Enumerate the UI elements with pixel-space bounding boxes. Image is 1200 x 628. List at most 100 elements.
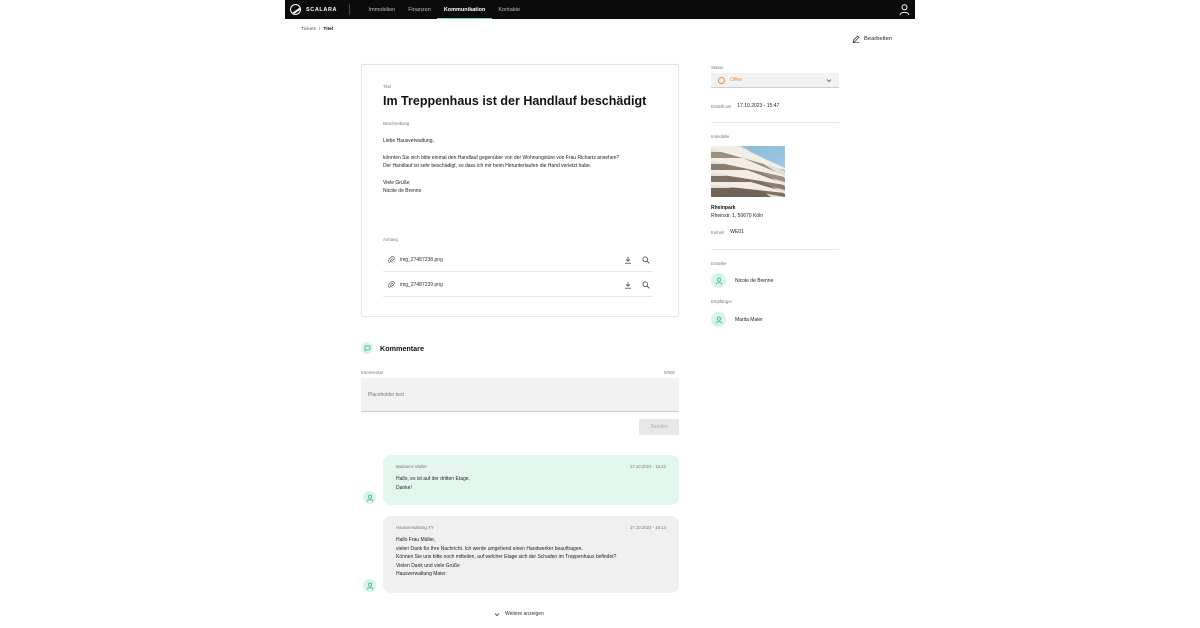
- comment-timestamp: 17.10.2023 - 16:43: [629, 464, 666, 469]
- comment-line: Können Sie uns bitte noch mitteilen, auf…: [396, 554, 617, 561]
- attachments-label: Anhang: [383, 237, 398, 242]
- comment-author: Hausverwaltung XY: [396, 525, 434, 530]
- comment-line: Hausverwaltung Maier: [396, 571, 446, 578]
- nav-item-kommunikation[interactable]: Kommunikation: [437, 0, 492, 19]
- comment-bubble: Marianne Müller 17.10.2023 - 16:43 Hallo…: [383, 455, 679, 505]
- scalara-logo-icon: [290, 4, 301, 15]
- nav-item-kontakte[interactable]: Kontakte: [492, 0, 527, 19]
- comment-timestamp: 17.10.2023 - 16:14: [629, 525, 666, 530]
- ticket-card: Titel Im Treppenhaus ist der Handlauf be…: [361, 64, 679, 317]
- person-icon: [715, 277, 722, 285]
- edit-button[interactable]: Bearbeiten: [852, 35, 892, 43]
- comment-line: Vielen Dank und viele Grüße: [396, 562, 460, 569]
- comment-icon: [361, 342, 373, 354]
- property-address: Rheinstr. 1, 50670 Köln: [711, 213, 763, 219]
- unit-label: Einheit: [711, 229, 725, 235]
- status-label: Status: [711, 65, 724, 70]
- chevron-down-icon: [494, 612, 500, 616]
- download-icon[interactable]: [624, 256, 632, 264]
- creator-label: Ersteller: [711, 261, 727, 266]
- comment-field-label: Kommentar: [361, 370, 384, 375]
- description-signature: Viele Grüße Nicole de Brenne: [383, 179, 673, 196]
- breadcrumb: Tickets / Titel: [301, 27, 333, 32]
- attachment-filename[interactable]: img_27487238.png: [400, 257, 443, 263]
- comment-line: Hallo, es ist auf der dritten Etage.: [396, 476, 470, 482]
- avatar: [711, 312, 726, 327]
- description-line: Der Handlauf ist sehr beschädigt, so das…: [383, 163, 592, 170]
- person-icon: [715, 316, 722, 324]
- property-name[interactable]: Rheinpark: [711, 205, 735, 211]
- nav-item-finanzen[interactable]: Finanzen: [402, 0, 438, 19]
- breadcrumb-parent-link[interactable]: Tickets: [301, 27, 316, 32]
- status-open-icon: [718, 76, 725, 84]
- pencil-icon: [852, 35, 860, 43]
- brand-name: SCALARA: [306, 6, 338, 13]
- comment-input[interactable]: [361, 378, 679, 412]
- user-account-icon[interactable]: [898, 3, 911, 16]
- created-label: Erstellt am: [711, 103, 732, 109]
- ticket-description: Liebe Hausverwaltung, könnten Sie sich b…: [383, 137, 673, 204]
- sidebar-divider: [711, 249, 839, 250]
- recipient-person[interactable]: Marita Maier: [711, 312, 763, 327]
- comments-header: Kommentare: [361, 342, 424, 354]
- unit-row: Einheit WE01: [711, 229, 744, 235]
- show-more-label: Weitere anzeigen: [505, 611, 544, 617]
- comment-text: Hallo, es ist auf der dritten Etage. Dan…: [396, 475, 666, 492]
- person-icon: [366, 582, 373, 590]
- description-label: Beschreibung: [383, 121, 410, 126]
- status-value: Offen: [730, 77, 743, 83]
- creator-person[interactable]: Nicole de Brenne: [711, 273, 773, 288]
- created-value: 17.10.2023 - 15:47: [737, 103, 780, 109]
- comment-character-counter: 0/500: [664, 370, 675, 375]
- chevron-down-icon: [826, 78, 832, 82]
- ticket-title: Im Treppenhaus ist der Handlauf beschädi…: [383, 94, 647, 108]
- search-icon[interactable]: [642, 281, 650, 289]
- attachment-actions: [624, 256, 650, 264]
- attachment-row[interactable]: img_27487238.png: [383, 248, 653, 272]
- nav-item-immobilien[interactable]: Immobilien: [362, 0, 402, 19]
- comment-bubble: Hausverwaltung XY 17.10.2023 - 16:14 Hal…: [383, 516, 679, 593]
- top-navigation-bar: SCALARA Immobilien Finanzen Kommunikatio…: [285, 0, 915, 19]
- comment-meta: Hausverwaltung XY 17.10.2023 - 16:14: [396, 525, 666, 530]
- recipient-label: Empfänger: [711, 299, 733, 304]
- edit-button-label: Bearbeiten: [864, 36, 893, 42]
- nav-divider: [349, 4, 351, 15]
- comment-avatar: [363, 579, 376, 592]
- send-button[interactable]: Senden: [639, 419, 679, 435]
- description-salutation: Liebe Hausverwaltung,: [383, 138, 434, 144]
- attachment-filename[interactable]: img_27487239.png: [400, 282, 443, 288]
- status-select[interactable]: Offen: [711, 73, 839, 88]
- paperclip-icon: [388, 256, 395, 263]
- description-body: könnten Sie sich bitte einmal den Handla…: [383, 154, 673, 171]
- property-label: Immobilie: [711, 134, 730, 139]
- show-more-button[interactable]: Weitere anzeigen: [494, 611, 544, 617]
- creator-name: Nicole de Brenne: [735, 277, 774, 284]
- recipient-name: Marita Maier: [735, 316, 763, 323]
- unit-value: WE01: [730, 229, 744, 235]
- comments-title: Kommentare: [380, 343, 424, 353]
- comment-text: Hallo Frau Müller, vielen Dank für Ihre …: [396, 536, 666, 579]
- description-line: könnten Sie sich bitte einmal den Handla…: [383, 154, 620, 161]
- attachment-actions: [624, 281, 650, 289]
- search-icon[interactable]: [642, 256, 650, 264]
- avatar: [711, 273, 726, 288]
- property-image: [711, 146, 785, 197]
- sidebar-divider: [711, 122, 839, 123]
- breadcrumb-separator: /: [319, 27, 321, 32]
- download-icon[interactable]: [624, 281, 632, 289]
- attachment-row[interactable]: img_27487239.png: [383, 273, 653, 297]
- description-line: Viele Grüße: [383, 179, 410, 186]
- comment-line: Danke!: [396, 484, 412, 491]
- title-label: Titel: [383, 84, 391, 89]
- breadcrumb-current: Titel: [323, 27, 334, 32]
- brand-logo[interactable]: SCALARA: [290, 4, 337, 15]
- comment-author: Marianne Müller: [396, 464, 427, 469]
- comment-meta: Marianne Müller 17.10.2023 - 16:43: [396, 464, 666, 469]
- comment-line: Hallo Frau Müller,: [396, 537, 436, 543]
- description-line: Nicole de Brenne: [383, 188, 422, 195]
- comment-line: vielen Dank für Ihre Nachricht. Ich werd…: [396, 545, 583, 552]
- person-icon: [366, 494, 373, 502]
- created-row: Erstellt am 17.10.2023 - 15:47: [711, 103, 779, 109]
- paperclip-icon: [388, 281, 395, 288]
- comment-avatar: [363, 491, 376, 504]
